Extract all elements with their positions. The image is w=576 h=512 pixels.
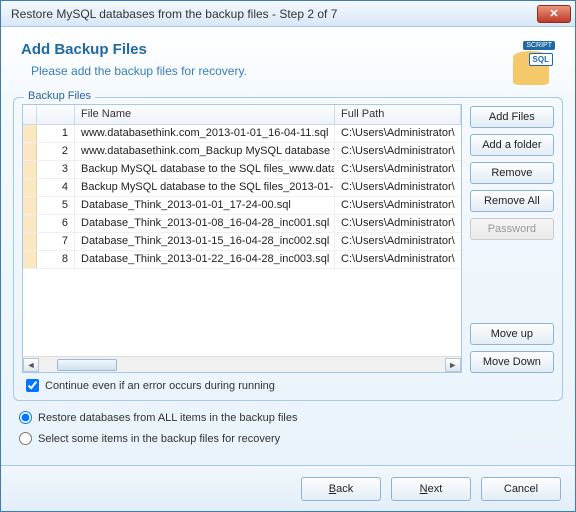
row-filename: Backup MySQL database to the SQL files_w…	[75, 161, 335, 178]
row-filename: Database_Think_2013-01-08_16-04-28_inc00…	[75, 215, 335, 232]
table-row[interactable]: 3Backup MySQL database to the SQL files_…	[23, 161, 461, 179]
remove-all-button[interactable]: Remove All	[470, 190, 554, 212]
fullpath-header[interactable]: Full Path	[335, 105, 461, 124]
row-filename: Database_Think_2013-01-15_16-04-28_inc00…	[75, 233, 335, 250]
page-subtitle: Please add the backup files for recovery…	[21, 64, 511, 78]
radio-restore-all[interactable]: Restore databases from ALL items in the …	[19, 411, 557, 424]
row-number: 4	[37, 179, 75, 196]
row-fullpath: C:\Users\Administrator\	[335, 251, 461, 268]
row-number: 2	[37, 143, 75, 160]
group-label: Backup Files	[24, 90, 95, 102]
row-fullpath: C:\Users\Administrator\	[335, 215, 461, 232]
dialog-window: Restore MySQL databases from the backup …	[0, 0, 576, 512]
row-gap	[23, 233, 37, 250]
row-fullpath: C:\Users\Administrator\	[335, 197, 461, 214]
next-label-rest: ext	[428, 483, 443, 495]
row-number: 7	[37, 233, 75, 250]
scroll-right-icon[interactable]: ►	[445, 358, 461, 372]
back-button[interactable]: Back	[301, 477, 381, 501]
row-number: 5	[37, 197, 75, 214]
row-gap	[23, 179, 37, 196]
table-row[interactable]: 2www.databasethink.com_Backup MySQL data…	[23, 143, 461, 161]
table-header: File Name Full Path	[23, 105, 461, 125]
table-row[interactable]: 4Backup MySQL database to the SQL files_…	[23, 179, 461, 197]
row-gap	[23, 197, 37, 214]
content-area: Backup Files File Name Full Path 1www.da…	[1, 95, 575, 465]
continue-checkbox-input[interactable]	[26, 379, 39, 392]
sql-icon: SCRIPT SQL	[511, 41, 555, 85]
row-selector-header	[23, 105, 37, 124]
close-button[interactable]: ✕	[537, 5, 571, 23]
row-fullpath: C:\Users\Administrator\	[335, 125, 461, 142]
row-number-header	[37, 105, 75, 124]
move-up-button[interactable]: Move up	[470, 323, 554, 345]
window-title: Restore MySQL databases from the backup …	[5, 7, 537, 21]
row-gap	[23, 161, 37, 178]
continue-on-error-checkbox[interactable]: Continue even if an error occurs during …	[22, 379, 554, 392]
side-buttons: Add Files Add a folder Remove Remove All…	[470, 104, 554, 373]
wizard-footer: Back Next Cancel	[1, 465, 575, 511]
table-body: 1www.databasethink.com_2013-01-01_16-04-…	[23, 125, 461, 356]
radio-all-input[interactable]	[19, 411, 32, 424]
backup-files-group: Backup Files File Name Full Path 1www.da…	[13, 97, 563, 401]
table-row[interactable]: 8Database_Think_2013-01-22_16-04-28_inc0…	[23, 251, 461, 269]
scroll-track[interactable]	[39, 358, 445, 372]
row-gap	[23, 143, 37, 160]
add-folder-button[interactable]: Add a folder	[470, 134, 554, 156]
horizontal-scrollbar[interactable]: ◄ ►	[23, 356, 461, 372]
back-label-rest: ack	[336, 483, 353, 495]
row-filename: www.databasethink.com_Backup MySQL datab…	[75, 143, 335, 160]
row-filename: Database_Think_2013-01-22_16-04-28_inc00…	[75, 251, 335, 268]
continue-checkbox-label: Continue even if an error occurs during …	[45, 380, 275, 392]
row-fullpath: C:\Users\Administrator\	[335, 143, 461, 160]
row-filename: Backup MySQL database to the SQL files_2…	[75, 179, 335, 196]
row-filename: www.databasethink.com_2013-01-01_16-04-1…	[75, 125, 335, 142]
row-gap	[23, 251, 37, 268]
cancel-button[interactable]: Cancel	[481, 477, 561, 501]
next-button[interactable]: Next	[391, 477, 471, 501]
row-number: 6	[37, 215, 75, 232]
password-button: Password	[470, 218, 554, 240]
page-title: Add Backup Files	[21, 41, 511, 58]
row-gap	[23, 125, 37, 142]
row-number: 8	[37, 251, 75, 268]
table-row[interactable]: 7Database_Think_2013-01-15_16-04-28_inc0…	[23, 233, 461, 251]
titlebar[interactable]: Restore MySQL databases from the backup …	[1, 1, 575, 27]
filename-header[interactable]: File Name	[75, 105, 335, 124]
files-table[interactable]: File Name Full Path 1www.databasethink.c…	[22, 104, 462, 373]
row-fullpath: C:\Users\Administrator\	[335, 179, 461, 196]
table-row[interactable]: 5Database_Think_2013-01-01_17-24-00.sqlC…	[23, 197, 461, 215]
row-number: 3	[37, 161, 75, 178]
radio-some-input[interactable]	[19, 432, 32, 445]
row-filename: Database_Think_2013-01-01_17-24-00.sql	[75, 197, 335, 214]
row-gap	[23, 215, 37, 232]
row-fullpath: C:\Users\Administrator\	[335, 161, 461, 178]
restore-mode-radios: Restore databases from ALL items in the …	[13, 401, 563, 457]
table-row[interactable]: 6Database_Think_2013-01-08_16-04-28_inc0…	[23, 215, 461, 233]
move-down-button[interactable]: Move Down	[470, 351, 554, 373]
scroll-left-icon[interactable]: ◄	[23, 358, 39, 372]
scroll-thumb[interactable]	[57, 359, 117, 371]
row-fullpath: C:\Users\Administrator\	[335, 233, 461, 250]
radio-restore-some[interactable]: Select some items in the backup files fo…	[19, 432, 557, 445]
remove-button[interactable]: Remove	[470, 162, 554, 184]
wizard-header: Add Backup Files Please add the backup f…	[1, 27, 575, 95]
row-number: 1	[37, 125, 75, 142]
add-files-button[interactable]: Add Files	[470, 106, 554, 128]
table-row[interactable]: 1www.databasethink.com_2013-01-01_16-04-…	[23, 125, 461, 143]
radio-some-label: Select some items in the backup files fo…	[38, 433, 280, 445]
radio-all-label: Restore databases from ALL items in the …	[38, 412, 297, 424]
